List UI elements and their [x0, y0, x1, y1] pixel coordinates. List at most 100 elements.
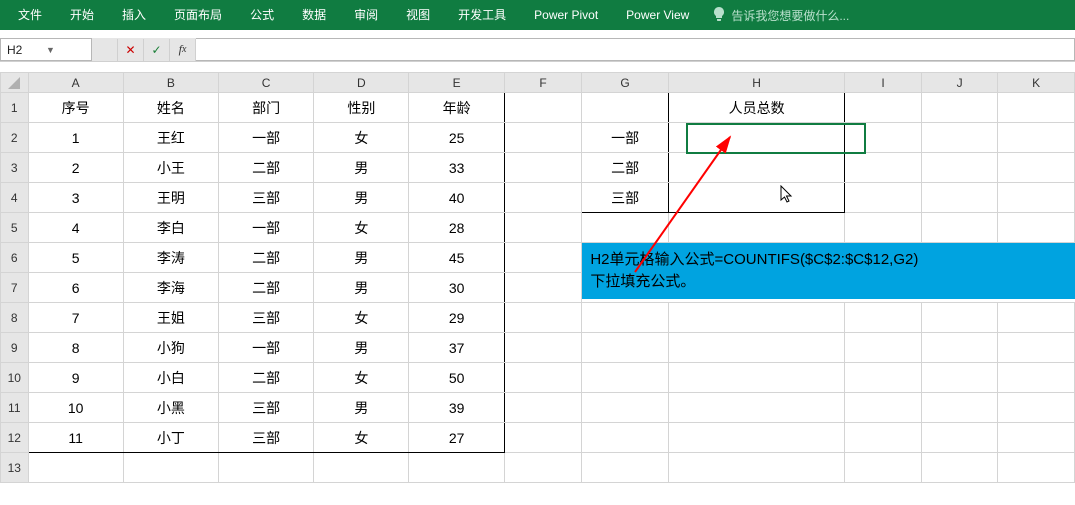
cell[interactable] — [504, 303, 582, 333]
col-header-C[interactable]: C — [219, 73, 314, 93]
col-header-D[interactable]: D — [314, 73, 409, 93]
chevron-down-icon[interactable]: ▼ — [46, 45, 85, 55]
ribbon-tab-review[interactable]: 审阅 — [340, 0, 392, 30]
cancel-icon[interactable]: ✕ — [118, 39, 144, 61]
cell[interactable]: 30 — [409, 273, 504, 303]
row-header[interactable]: 12 — [1, 423, 29, 453]
cell[interactable] — [123, 453, 218, 483]
col-header-B[interactable]: B — [123, 73, 218, 93]
cell[interactable]: 2 — [28, 153, 123, 183]
cell[interactable] — [998, 423, 1075, 453]
cell[interactable] — [921, 213, 998, 243]
cell[interactable] — [582, 363, 668, 393]
ribbon-tab-file[interactable]: 文件 — [4, 0, 56, 30]
cell[interactable]: 三部 — [219, 393, 314, 423]
cell[interactable] — [845, 363, 921, 393]
ribbon-tab-formulas[interactable]: 公式 — [236, 0, 288, 30]
col-header-E[interactable]: E — [409, 73, 504, 93]
cell[interactable] — [668, 423, 845, 453]
cell[interactable] — [504, 333, 582, 363]
cell[interactable] — [504, 153, 582, 183]
cell[interactable]: 性别 — [314, 93, 409, 123]
cell[interactable]: 三部 — [582, 183, 668, 213]
cell[interactable] — [845, 303, 921, 333]
cell[interactable] — [921, 453, 998, 483]
cell[interactable]: 5 — [28, 243, 123, 273]
col-header-I[interactable]: I — [845, 73, 921, 93]
cell[interactable]: 二部 — [219, 243, 314, 273]
cell[interactable]: 三部 — [219, 183, 314, 213]
cell[interactable]: 45 — [409, 243, 504, 273]
cell[interactable] — [668, 303, 845, 333]
cell[interactable] — [28, 453, 123, 483]
cell[interactable] — [668, 363, 845, 393]
cell[interactable] — [845, 393, 921, 423]
cell[interactable]: 二部 — [219, 273, 314, 303]
name-box[interactable]: H2 ▼ — [0, 38, 92, 61]
cell[interactable]: 9 — [28, 363, 123, 393]
cell[interactable] — [582, 93, 668, 123]
cell[interactable]: 小狗 — [123, 333, 218, 363]
cell[interactable] — [921, 93, 998, 123]
cell[interactable]: 28 — [409, 213, 504, 243]
cell[interactable] — [845, 333, 921, 363]
col-header-A[interactable]: A — [28, 73, 123, 93]
row-header[interactable]: 7 — [1, 273, 29, 303]
cell[interactable]: 小丁 — [123, 423, 218, 453]
cell[interactable]: 二部 — [219, 363, 314, 393]
cell[interactable] — [845, 93, 921, 123]
cell[interactable] — [921, 393, 998, 423]
row-header[interactable]: 13 — [1, 453, 29, 483]
cell[interactable] — [921, 333, 998, 363]
row-header[interactable]: 11 — [1, 393, 29, 423]
cell[interactable] — [504, 393, 582, 423]
formula-input[interactable] — [196, 38, 1075, 61]
cell[interactable] — [219, 453, 314, 483]
cell[interactable] — [668, 183, 845, 213]
col-header-K[interactable]: K — [998, 73, 1075, 93]
cell[interactable]: 1 — [28, 123, 123, 153]
cell[interactable] — [845, 213, 921, 243]
cell[interactable] — [998, 153, 1075, 183]
cell[interactable] — [998, 303, 1075, 333]
confirm-icon[interactable]: ✓ — [144, 39, 170, 61]
ribbon-tab-home[interactable]: 开始 — [56, 0, 108, 30]
row-header[interactable]: 1 — [1, 93, 29, 123]
row-header[interactable]: 10 — [1, 363, 29, 393]
cell[interactable] — [504, 453, 582, 483]
cell[interactable] — [582, 303, 668, 333]
row-header[interactable]: 2 — [1, 123, 29, 153]
cell[interactable]: 11 — [28, 423, 123, 453]
fx-icon[interactable]: fx — [170, 39, 196, 61]
cell[interactable] — [845, 453, 921, 483]
col-header-J[interactable]: J — [921, 73, 998, 93]
cell[interactable]: 8 — [28, 333, 123, 363]
cell[interactable]: 李涛 — [123, 243, 218, 273]
cell[interactable] — [998, 393, 1075, 423]
cell[interactable] — [998, 333, 1075, 363]
ribbon-tab-data[interactable]: 数据 — [288, 0, 340, 30]
cell[interactable] — [504, 123, 582, 153]
cell[interactable] — [504, 363, 582, 393]
cell[interactable]: 4 — [28, 213, 123, 243]
cell[interactable]: 男 — [314, 333, 409, 363]
cell[interactable]: 6 — [28, 273, 123, 303]
ribbon-tab-insert[interactable]: 插入 — [108, 0, 160, 30]
cell[interactable]: 小王 — [123, 153, 218, 183]
cell[interactable]: 小黑 — [123, 393, 218, 423]
cell[interactable]: 男 — [314, 243, 409, 273]
col-header-F[interactable]: F — [504, 73, 582, 93]
col-header-G[interactable]: G — [582, 73, 668, 93]
cell[interactable]: 二部 — [582, 153, 668, 183]
cell[interactable]: 男 — [314, 183, 409, 213]
cell[interactable]: 10 — [28, 393, 123, 423]
cell[interactable] — [582, 453, 668, 483]
cell[interactable]: 37 — [409, 333, 504, 363]
cell[interactable]: 三部 — [219, 423, 314, 453]
cell[interactable] — [921, 303, 998, 333]
cell[interactable] — [998, 213, 1075, 243]
cell[interactable] — [668, 393, 845, 423]
cell[interactable]: 女 — [314, 123, 409, 153]
cell[interactable]: 女 — [314, 363, 409, 393]
cell[interactable] — [504, 183, 582, 213]
